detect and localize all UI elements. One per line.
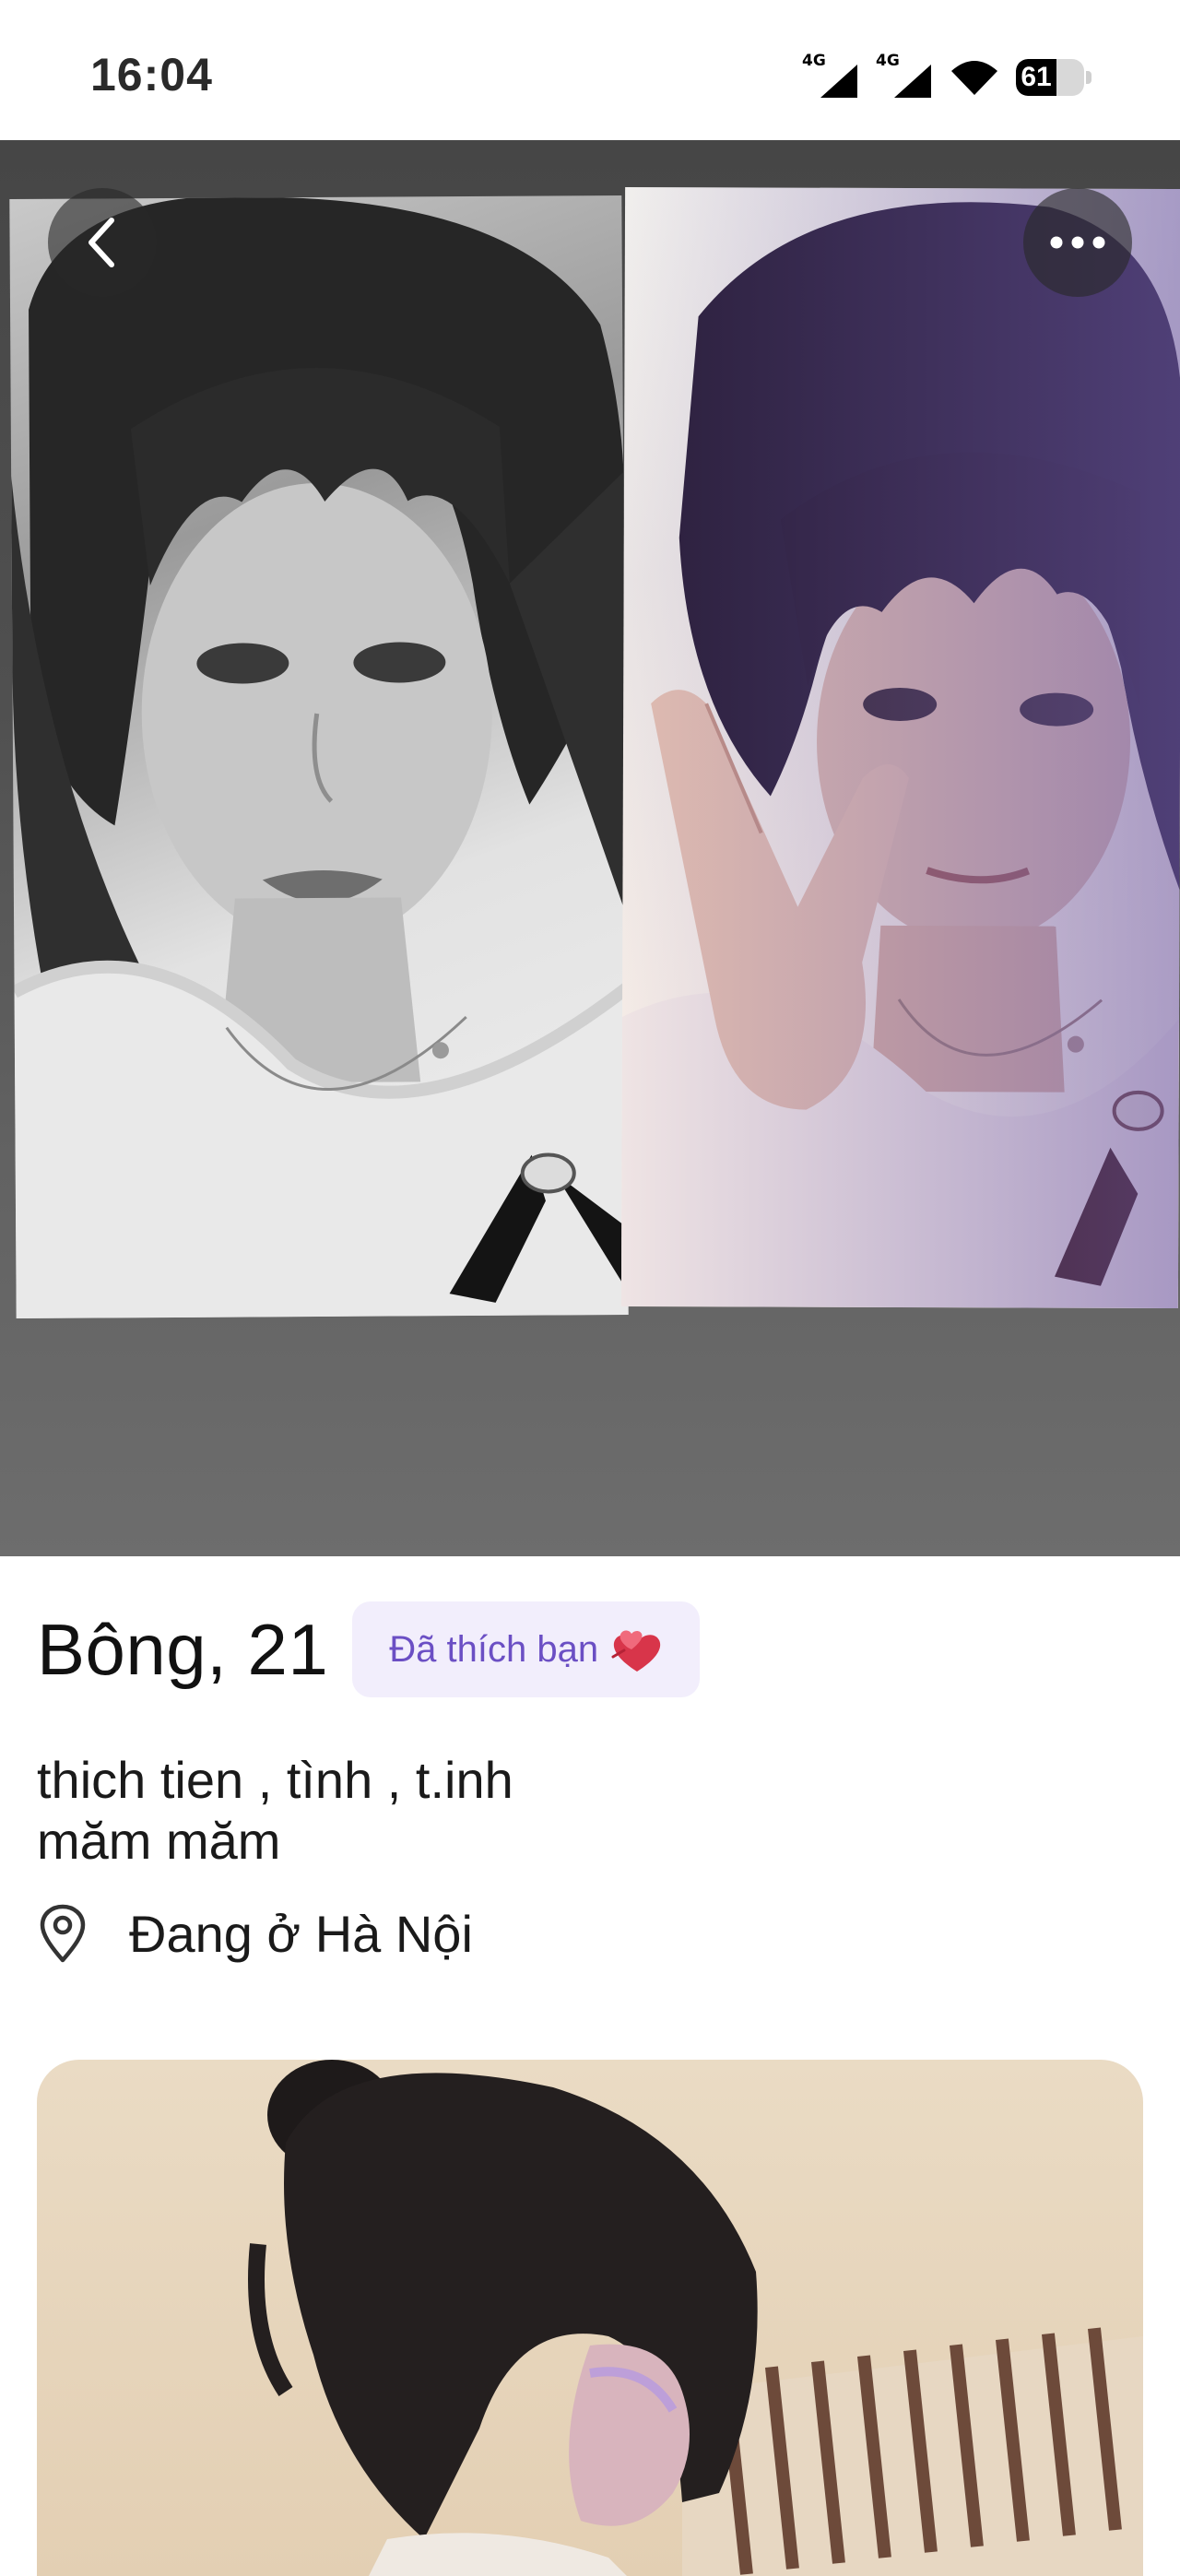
status-icons: 4G 4G 61 — [802, 52, 1092, 101]
status-time: 16:04 — [90, 49, 213, 100]
profile-photo-right — [620, 186, 1180, 1309]
cellular-signal-icon: 4G — [802, 52, 859, 100]
cellular-signal-icon: 4G — [876, 52, 933, 100]
more-horizontal-icon — [1050, 236, 1105, 249]
profile-name-age: Bông, 21 — [37, 1608, 329, 1690]
location-row: Đang ở Hà Nội — [37, 1892, 473, 1975]
battery-level: 61 — [1021, 62, 1052, 92]
profile-location: Đang ở Hà Nội — [129, 1904, 473, 1963]
profile-bio: thich tien , tình , t.inh măm măm — [37, 1751, 513, 1870]
wifi-icon — [951, 61, 997, 95]
liked-you-badge: Đã thích bạn — [352, 1601, 701, 1697]
map-pin-icon — [40, 1904, 86, 1963]
battery-icon: 61 — [1016, 59, 1092, 96]
liked-you-label: Đã thích bạn — [389, 1628, 599, 1670]
back-button[interactable] — [48, 188, 157, 297]
two-hearts-icon — [611, 1630, 661, 1672]
profile-photo-card[interactable] — [37, 2060, 1143, 2576]
more-options-button[interactable] — [1023, 188, 1132, 297]
profile-photo-left — [9, 195, 629, 1319]
profile-photo-carousel[interactable] — [0, 140, 1180, 1556]
name-row: Bông, 21 Đã thích bạn — [37, 1599, 701, 1700]
status-bar: 16:04 4G 4G 61 — [0, 0, 1180, 140]
chevron-left-icon — [88, 218, 114, 267]
